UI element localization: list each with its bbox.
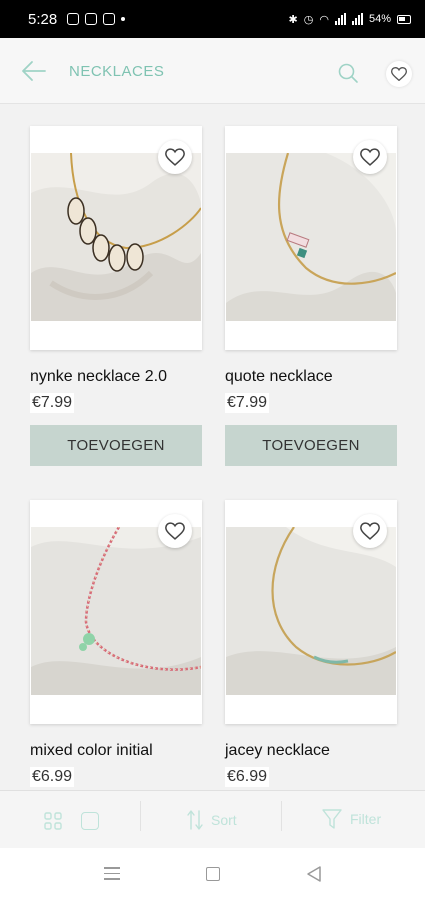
battery-icon [397, 14, 411, 24]
status-time: 5:28 [28, 10, 58, 28]
home-icon[interactable] [206, 867, 220, 881]
battery-percent: 54% [368, 13, 391, 25]
wifi-icon: ◠ [319, 13, 329, 26]
mail-icon [85, 13, 98, 25]
filter-button[interactable]: Filter [322, 808, 381, 830]
product-price: €6.99 [30, 767, 75, 787]
status-bar: 5:28 ✱ ◷ ◠ 54% [0, 0, 425, 38]
grid-view-icon[interactable] [44, 812, 62, 830]
product-name[interactable]: mixed color initial [30, 742, 153, 760]
instagram-icon [103, 13, 116, 25]
product-price: €7.99 [225, 393, 270, 413]
sort-filter-toolbar: Sort Filter [0, 790, 425, 848]
product-image-frame[interactable] [30, 126, 202, 350]
product-price: €7.99 [30, 393, 75, 413]
back-icon[interactable] [305, 865, 323, 883]
add-to-cart-button[interactable]: TOEVOEGEN [30, 425, 202, 466]
single-view-icon[interactable] [81, 812, 99, 830]
product-name[interactable]: quote necklace [225, 368, 333, 386]
signal-icon-2 [351, 13, 363, 25]
alarm-icon: ◷ [303, 13, 314, 26]
system-icons: ✱ ◷ ◠ 54% [289, 13, 411, 26]
wishlist-button[interactable] [386, 61, 412, 87]
product-image[interactable] [226, 153, 396, 321]
back-arrow-icon[interactable] [20, 60, 46, 82]
add-to-cart-button[interactable]: TOEVOEGEN [225, 425, 397, 466]
product-image[interactable] [31, 153, 201, 321]
heart-icon [391, 67, 407, 81]
toolbar-divider [281, 801, 282, 831]
filter-label: Filter [350, 811, 382, 827]
product-image-frame[interactable] [30, 500, 202, 724]
heart-icon [165, 522, 185, 540]
notification-icon [67, 13, 80, 25]
screen: 5:28 ✱ ◷ ◠ 54% NECKLACES nynke necklace … [0, 0, 425, 900]
heart-icon [165, 148, 185, 166]
page-title: NECKLACES [69, 63, 165, 80]
recent-apps-icon[interactable] [104, 867, 120, 881]
bluetooth-icon: ✱ [288, 13, 298, 26]
filter-icon [322, 809, 342, 829]
system-navigation-bar [0, 848, 425, 900]
search-icon[interactable] [337, 62, 359, 84]
app-header: NECKLACES [0, 38, 425, 104]
product-image-frame[interactable] [225, 126, 397, 350]
favorite-button[interactable] [158, 514, 192, 548]
sort-label: Sort [211, 812, 237, 828]
product-image-frame[interactable] [225, 500, 397, 724]
favorite-button[interactable] [353, 140, 387, 174]
favorite-button[interactable] [158, 140, 192, 174]
heart-icon [360, 522, 380, 540]
favorite-button[interactable] [353, 514, 387, 548]
product-price: €6.99 [225, 767, 270, 787]
sort-icon [187, 810, 203, 830]
toolbar-divider [140, 801, 141, 831]
product-name[interactable]: nynke necklace 2.0 [30, 368, 167, 386]
product-name[interactable]: jacey necklace [225, 742, 330, 760]
product-image[interactable] [31, 527, 201, 695]
notification-icons [67, 13, 126, 25]
more-notifications-icon [121, 17, 126, 21]
sort-button[interactable]: Sort [187, 809, 237, 831]
signal-icon [334, 13, 346, 25]
heart-icon [360, 148, 380, 166]
product-image[interactable] [226, 527, 396, 695]
